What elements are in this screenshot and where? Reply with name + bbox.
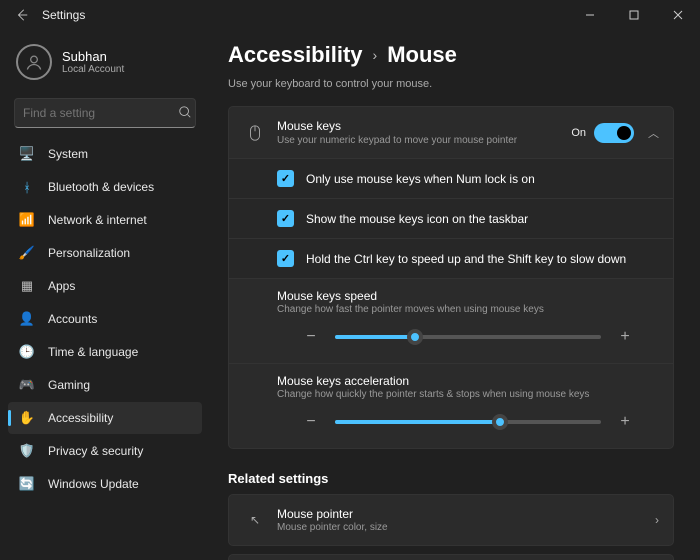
search-box[interactable] <box>14 98 196 128</box>
nav-icon: 🖌️ <box>18 245 36 261</box>
checkbox-label: Show the mouse keys icon on the taskbar <box>306 212 528 226</box>
nav-label: Accounts <box>48 312 97 326</box>
checkbox-label: Only use mouse keys when Num lock is on <box>306 172 535 186</box>
nav-icon: 🖥️ <box>18 146 36 162</box>
checkbox[interactable]: ✓ <box>277 250 294 267</box>
nav-icon: 🎮 <box>18 377 36 393</box>
sidebar-item-windows-update[interactable]: 🔄 Windows Update <box>8 468 202 500</box>
mouse-keys-toggle[interactable] <box>594 123 634 143</box>
user-profile[interactable]: Subhan Local Account <box>8 38 202 94</box>
sidebar-item-privacy-security[interactable]: 🛡️ Privacy & security <box>8 435 202 467</box>
nav-icon: 🛡️ <box>18 443 36 459</box>
mouse-icon <box>243 124 267 142</box>
mouse-keys-desc: Use your numeric keypad to move your mou… <box>277 135 517 146</box>
maximize-button[interactable] <box>612 0 656 30</box>
checkbox-row[interactable]: ✓ Show the mouse keys icon on the taskbar <box>229 198 673 238</box>
checkbox[interactable]: ✓ <box>277 170 294 187</box>
checkbox-label: Hold the Ctrl key to speed up and the Sh… <box>306 252 626 266</box>
user-sub: Local Account <box>62 64 124 75</box>
related-mouse[interactable]: 🖱Mouse› <box>228 554 674 560</box>
minimize-button[interactable] <box>568 0 612 30</box>
nav-label: Privacy & security <box>48 444 143 458</box>
sidebar-item-gaming[interactable]: 🎮 Gaming <box>8 369 202 401</box>
nav-label: Gaming <box>48 378 90 392</box>
link-icon: ↖ <box>243 513 267 527</box>
nav-icon: ✋ <box>18 410 36 426</box>
toggle-state-label: On <box>571 127 586 139</box>
link-desc: Mouse pointer color, size <box>277 522 388 533</box>
accel-increase-button[interactable]: + <box>615 412 635 432</box>
sidebar-item-network-internet[interactable]: 📶 Network & internet <box>8 204 202 236</box>
speed-increase-button[interactable]: + <box>615 327 635 347</box>
checkbox[interactable]: ✓ <box>277 210 294 227</box>
nav-label: Accessibility <box>48 411 113 425</box>
nav-icon: 🕒 <box>18 344 36 360</box>
close-button[interactable] <box>656 0 700 30</box>
accel-slider[interactable] <box>335 420 601 424</box>
speed-slider[interactable] <box>335 335 601 339</box>
breadcrumb: Accessibility › Mouse <box>228 42 674 68</box>
sidebar-item-time-language[interactable]: 🕒 Time & language <box>8 336 202 368</box>
related-heading: Related settings <box>228 471 674 486</box>
breadcrumb-parent[interactable]: Accessibility <box>228 42 363 68</box>
sidebar-item-apps[interactable]: ▦ Apps <box>8 270 202 302</box>
page-subtitle: Use your keyboard to control your mouse. <box>228 78 674 90</box>
sidebar-item-bluetooth-devices[interactable]: ᚼ Bluetooth & devices <box>8 171 202 203</box>
nav-label: Apps <box>48 279 75 293</box>
user-name: Subhan <box>62 49 124 64</box>
sidebar-item-accounts[interactable]: 👤 Accounts <box>8 303 202 335</box>
related-mouse-pointer[interactable]: ↖ Mouse pointerMouse pointer color, size › <box>228 494 674 546</box>
chevron-right-icon: › <box>655 513 659 527</box>
nav-label: Bluetooth & devices <box>48 180 154 194</box>
nav-label: System <box>48 147 88 161</box>
window-title: Settings <box>42 8 85 22</box>
nav-label: Network & internet <box>48 213 147 227</box>
accel-desc: Change how quickly the pointer starts & … <box>277 389 659 400</box>
nav-icon: ▦ <box>18 278 36 294</box>
breadcrumb-current: Mouse <box>387 42 457 68</box>
speed-desc: Change how fast the pointer moves when u… <box>277 304 659 315</box>
nav-icon: 👤 <box>18 311 36 327</box>
nav-label: Personalization <box>48 246 130 260</box>
mouse-keys-row[interactable]: Mouse keys Use your numeric keypad to mo… <box>229 107 673 158</box>
nav-label: Windows Update <box>48 477 139 491</box>
link-title: Mouse pointer <box>277 507 388 521</box>
nav-icon: 📶 <box>18 212 36 228</box>
accel-title: Mouse keys acceleration <box>277 374 659 388</box>
nav-icon: 🔄 <box>18 476 36 492</box>
checkbox-row[interactable]: ✓ Only use mouse keys when Num lock is on <box>229 159 673 198</box>
speed-title: Mouse keys speed <box>277 289 659 303</box>
avatar-icon <box>16 44 52 80</box>
chevron-right-icon: › <box>373 47 378 63</box>
sidebar-item-personalization[interactable]: 🖌️ Personalization <box>8 237 202 269</box>
search-input[interactable] <box>23 106 178 120</box>
checkbox-row[interactable]: ✓ Hold the Ctrl key to speed up and the S… <box>229 238 673 278</box>
back-button[interactable] <box>10 3 34 27</box>
chevron-up-icon[interactable]: ︿ <box>648 125 659 141</box>
sidebar-item-accessibility[interactable]: ✋ Accessibility <box>8 402 202 434</box>
sidebar-item-system[interactable]: 🖥️ System <box>8 138 202 170</box>
nav-icon: ᚼ <box>18 180 36 195</box>
mouse-keys-title: Mouse keys <box>277 119 517 133</box>
nav-label: Time & language <box>48 345 138 359</box>
speed-decrease-button[interactable]: − <box>301 327 321 347</box>
accel-decrease-button[interactable]: − <box>301 412 321 432</box>
search-icon <box>178 105 192 122</box>
